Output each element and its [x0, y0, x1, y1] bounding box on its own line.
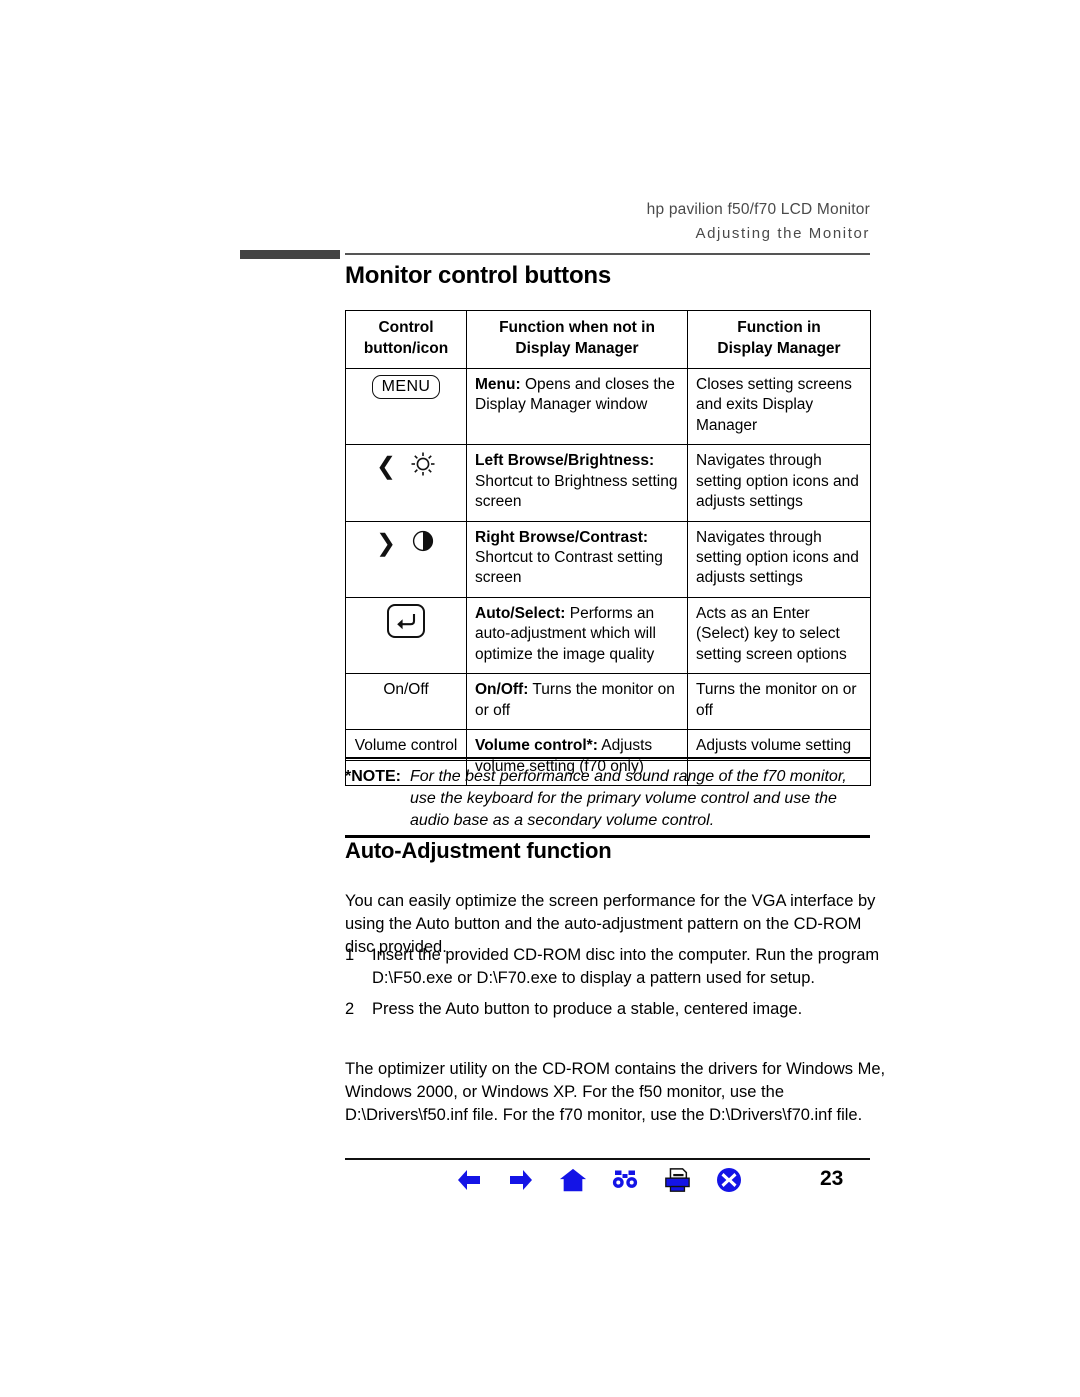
- menu-dm-function-cell: Closes setting screens and exits Display…: [687, 367, 871, 446]
- chevron-right-icon: ❯: [375, 528, 397, 557]
- document-page: hp pavilion f50/f70 LCD Monitor Adjustin…: [0, 0, 1080, 1397]
- table-row: ❮ Left Browse/Brightness: Shortcut to Br…: [345, 444, 871, 522]
- table-row: MENU Menu: Opens and closes the Display …: [345, 367, 871, 446]
- running-header-line2: Adjusting the Monitor: [695, 225, 870, 242]
- table-header-row: Control button/icon Function when not in…: [345, 310, 871, 369]
- footer-navigation: [455, 1166, 743, 1194]
- left-browse-function-label: Left Browse/Brightness:: [475, 452, 655, 470]
- step-text: Insert the provided CD-ROM disc into the…: [372, 946, 880, 988]
- header-accent-bar: [240, 250, 340, 259]
- note-callout: *NOTE: For the best performance and soun…: [345, 757, 870, 839]
- right-browse-function-label: Right Browse/Contrast:: [475, 528, 649, 546]
- onoff-function-label: On/Off:: [475, 681, 529, 699]
- table-row: Auto/Select: Performs an auto-adjustment…: [345, 596, 871, 675]
- auto-select-function-label: Auto/Select:: [475, 604, 566, 622]
- left-browse-function-text: Shortcut to Brightness setting screen: [475, 472, 678, 511]
- home-icon[interactable]: [559, 1166, 587, 1194]
- list-item: 2 Press the Auto button to produce a sta…: [345, 998, 890, 1021]
- table-header-fn1-line1: Function when not in: [499, 319, 655, 336]
- left-browse-function-cell: Left Browse/Brightness: Shortcut to Brig…: [466, 444, 688, 522]
- menu-function-cell: Menu: Opens and closes the Display Manag…: [466, 367, 688, 446]
- chevron-left-icon: ❮: [375, 452, 397, 481]
- note-label: *NOTE:: [345, 768, 401, 785]
- volume-function-label: Volume control*:: [475, 737, 598, 755]
- running-header: hp pavilion f50/f70 LCD Monitor Adjustin…: [345, 198, 870, 246]
- right-browse-dm-function-cell: Navigates through setting option icons a…: [687, 520, 871, 598]
- left-browse-icon-cell: ❮: [345, 444, 467, 522]
- monitor-control-buttons-table: Control button/icon Function when not in…: [345, 310, 871, 787]
- auto-select-icon-cell: [345, 596, 467, 675]
- auto-select-function-cell: Auto/Select: Performs an auto-adjustment…: [466, 596, 688, 675]
- step-text: Press the Auto button to produce a stabl…: [372, 999, 803, 1018]
- brightness-sun-icon: [410, 451, 436, 483]
- table-header-control-line2: button/icon: [363, 339, 449, 357]
- table-row: ❯ Right Browse/Contrast: Shortcut to Con…: [345, 520, 871, 598]
- auto-adjustment-steps-list: 1 Insert the provided CD-ROM disc into t…: [345, 944, 890, 1028]
- page-number: 23: [820, 1167, 844, 1190]
- table-header-fn2-line1: Function in: [737, 319, 821, 336]
- menu-key-icon: MENU: [371, 374, 441, 400]
- header-rule: [345, 253, 870, 255]
- note-rule-top-thin: [345, 760, 870, 761]
- note-rule-top: [345, 757, 870, 759]
- step-number: 2: [345, 999, 355, 1018]
- table-header-fn2-line2: Display Manager: [717, 339, 841, 357]
- auto-select-dm-function-cell: Acts as an Enter (Select) key to select …: [687, 596, 871, 675]
- enter-key-icon: [387, 603, 425, 638]
- running-header-line1: hp pavilion f50/f70 LCD Monitor: [646, 201, 870, 218]
- binoculars-icon[interactable]: [611, 1166, 639, 1194]
- table-header-function-in-dm: Function in Display Manager: [687, 310, 871, 369]
- close-x-icon[interactable]: [715, 1166, 743, 1194]
- right-browse-function-cell: Right Browse/Contrast: Shortcut to Contr…: [466, 520, 688, 598]
- note-text: For the best performance and sound range…: [410, 768, 847, 829]
- list-item: 1 Insert the provided CD-ROM disc into t…: [345, 944, 890, 991]
- onoff-function-cell: On/Off: Turns the monitor on or off: [466, 673, 688, 731]
- footer-rule: [345, 1158, 870, 1160]
- onoff-dm-function-cell: Turns the monitor on or off: [687, 673, 871, 731]
- left-browse-dm-function-cell: Navigates through setting option icons a…: [687, 444, 871, 522]
- contrast-icon: [410, 528, 436, 560]
- page-title: Monitor control buttons: [345, 262, 612, 289]
- right-browse-icon-cell: ❯: [345, 520, 467, 598]
- table-header-fn1-line2: Display Manager: [515, 339, 639, 357]
- right-browse-function-text: Shortcut to Contrast setting screen: [475, 549, 663, 587]
- optimizer-utility-paragraph: The optimizer utility on the CD-ROM cont…: [345, 1059, 886, 1125]
- table-header-control-line1: Control: [378, 319, 434, 336]
- table-row: On/Off On/Off: Turns the monitor on or o…: [345, 673, 871, 731]
- back-arrow-icon[interactable]: [455, 1166, 483, 1194]
- onoff-label-cell: On/Off: [345, 673, 467, 731]
- table-header-control: Control button/icon: [345, 310, 467, 369]
- forward-arrow-icon[interactable]: [507, 1166, 535, 1194]
- step-number: 1: [345, 946, 355, 964]
- printer-icon[interactable]: [663, 1166, 691, 1194]
- menu-function-label: Menu:: [475, 375, 521, 393]
- section-title-auto-adjustment: Auto-Adjustment function: [345, 838, 612, 863]
- menu-button-icon-cell: MENU: [345, 367, 467, 446]
- table-header-function-not-in-dm: Function when not in Display Manager: [466, 310, 688, 369]
- table-header: Control button/icon Function when not in…: [345, 310, 871, 369]
